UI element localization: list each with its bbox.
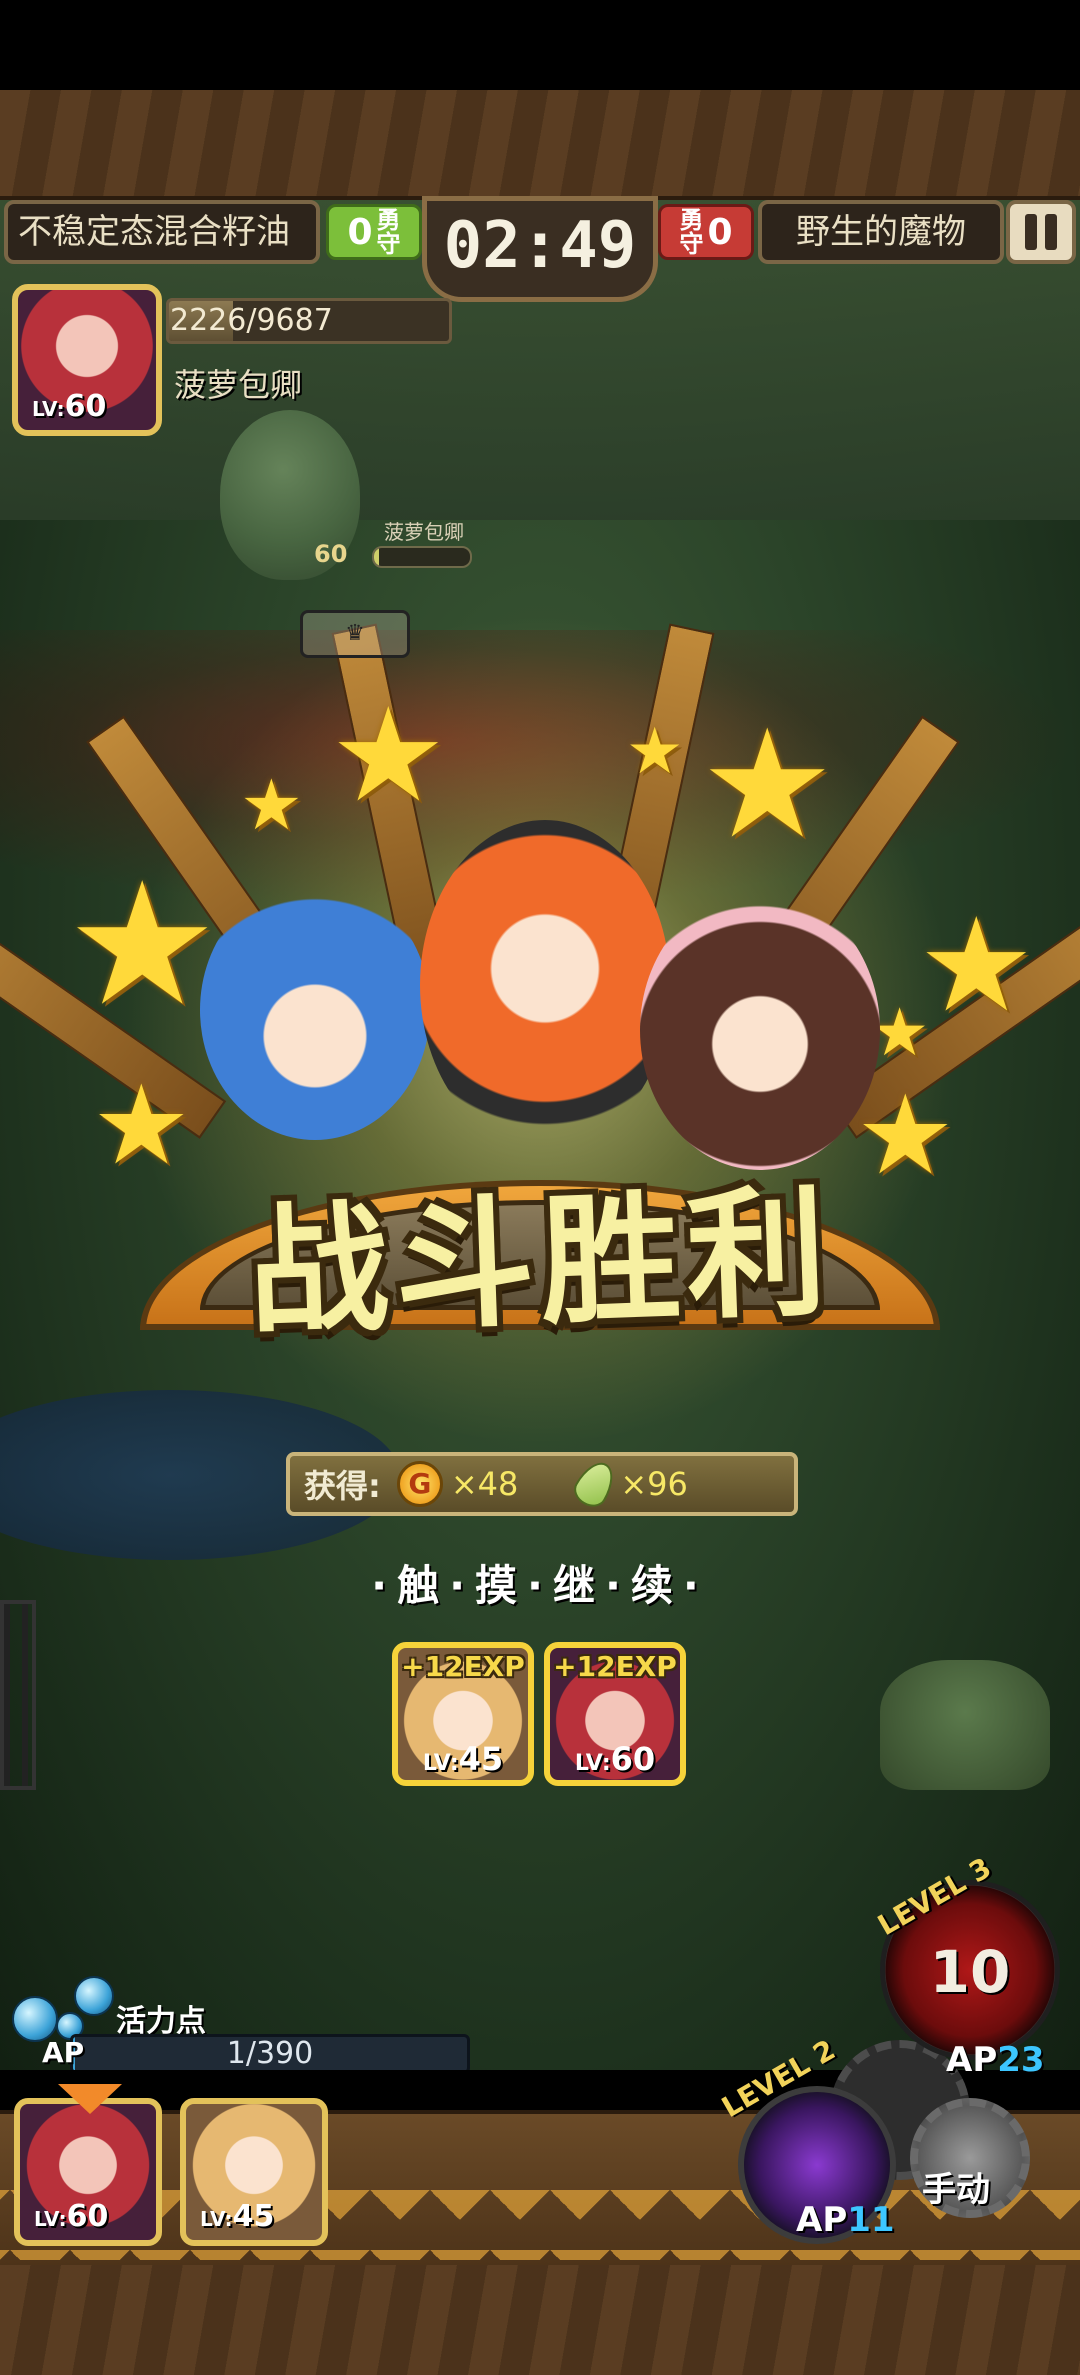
enemy-hp-fill — [374, 548, 379, 566]
exp-card-level: LV:60 — [574, 1740, 656, 1778]
wood-frame-bottom — [0, 2265, 1080, 2375]
pause-icon — [1025, 214, 1037, 250]
feather-icon — [569, 1455, 622, 1513]
exp-card: +12EXP LV:45 — [392, 1642, 534, 1786]
touch-to-continue[interactable]: ·触·摸·继·续· — [0, 1552, 1080, 1613]
zigzag-trim — [0, 2190, 1080, 2260]
reward-bar: 获得: G ×48 ×96 — [286, 1452, 798, 1516]
feather-amount: ×96 — [620, 1465, 688, 1503]
left-score-label: 勇 守 — [376, 206, 401, 258]
right-score: 0 — [707, 211, 733, 253]
ap-value: 1/390 — [226, 2036, 314, 2071]
leader-level: LV:60 — [32, 389, 107, 424]
crown-icon: ♛ — [300, 610, 410, 658]
selected-indicator-icon — [58, 2084, 122, 2114]
enemy-level: 60 — [314, 540, 348, 568]
leader-avatar[interactable]: LV:60 — [12, 284, 162, 436]
left-score-badge: 0 勇 守 — [326, 204, 422, 260]
skill-level3-count: 10 — [929, 1938, 1011, 2006]
victory-title: 战斗胜利 — [245, 1171, 836, 1356]
reward-label: 获得: — [304, 1467, 381, 1505]
enemy-hp-bar — [372, 546, 472, 568]
hero-orange-boy — [420, 820, 670, 1150]
hero-brown-girl — [640, 890, 880, 1170]
enemy-owner-tag: 菠萝包卿 — [384, 520, 464, 544]
hero-blue-catgirl — [200, 880, 430, 1140]
left-team-name: 不稳定态混合籽油 — [4, 200, 320, 264]
pause-icon — [1045, 214, 1057, 250]
pause-button[interactable] — [1006, 200, 1076, 264]
exp-card-level: LV:45 — [422, 1740, 504, 1778]
hero-group-illustration — [190, 820, 890, 1180]
right-score-label: 勇 守 — [679, 206, 704, 258]
wood-frame-top — [0, 90, 1080, 200]
star-icon: ★ — [626, 715, 684, 789]
party-member-2[interactable]: LV:45 — [180, 2098, 328, 2246]
skill-level2-ap: AP11 — [796, 2200, 895, 2240]
party-member-level: LV:60 — [34, 2199, 109, 2234]
skill-level3-ap: AP23 — [946, 2040, 1045, 2080]
right-score-badge: 勇 守 0 — [658, 204, 754, 260]
status-bar-area — [0, 0, 1080, 90]
exp-gain: +12EXP — [401, 1650, 525, 1683]
ap-tag: AP — [42, 2036, 85, 2069]
leader-hp-text: 2226/9687 — [170, 303, 333, 338]
star-icon: ★ — [918, 889, 1035, 1041]
gold-coin-icon: G — [396, 1461, 443, 1507]
right-team-name: 野生的魔物 — [758, 200, 1004, 264]
leader-name: 菠萝包卿 — [174, 366, 303, 404]
exp-card: +12EXP LV:60 — [544, 1642, 686, 1786]
cage — [0, 1600, 36, 1790]
exp-gain: +12EXP — [553, 1650, 677, 1683]
party-member-1[interactable]: LV:60 — [14, 2098, 162, 2246]
party-member-level: LV:45 — [200, 2199, 275, 2234]
battle-timer: 02:49 — [422, 196, 658, 302]
gold-amount: ×48 — [450, 1465, 519, 1503]
rock-monster — [880, 1660, 1050, 1790]
left-score: 0 — [347, 211, 373, 253]
star-icon: ★ — [330, 679, 447, 831]
manual-mode-label: 手动 — [922, 2170, 990, 2210]
